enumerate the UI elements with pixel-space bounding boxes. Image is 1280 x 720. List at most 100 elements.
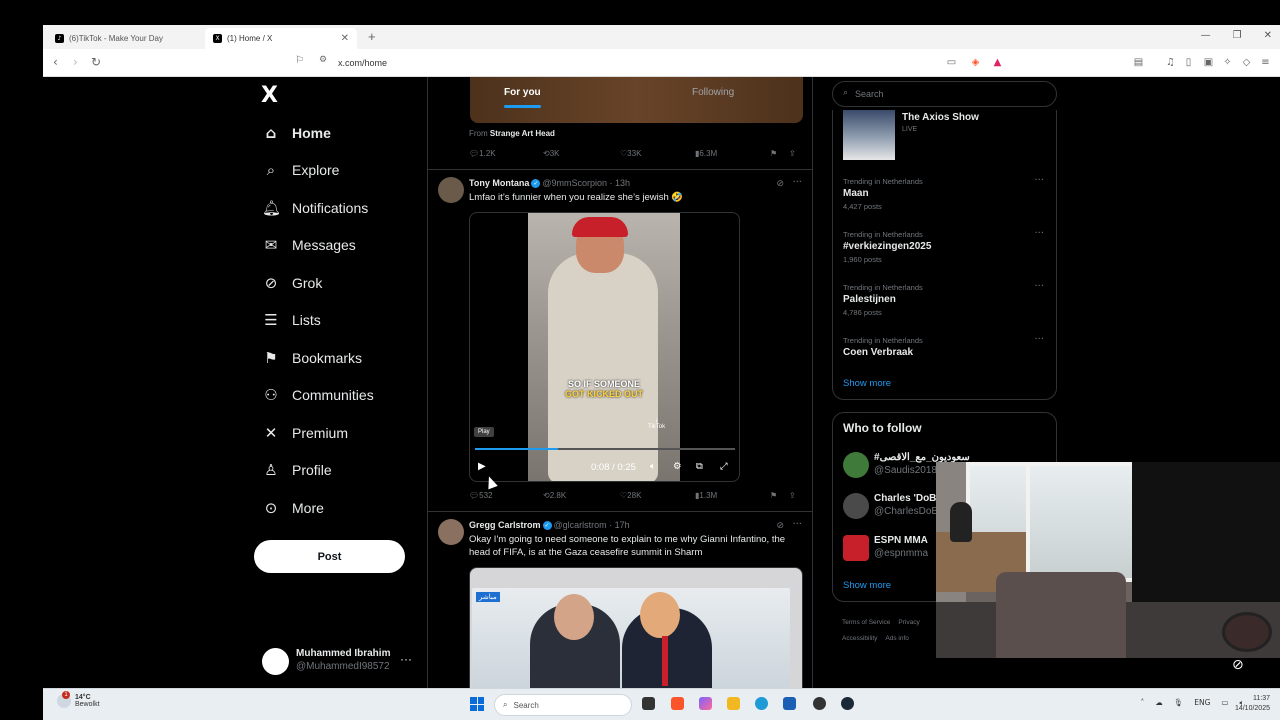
footer-link[interactable]: Privacy xyxy=(898,619,919,626)
brave-shield-icon[interactable]: ◈ xyxy=(970,57,981,68)
nav-lists[interactable]: ☰ Lists xyxy=(262,307,321,333)
nav-home[interactable]: ⌂ Home xyxy=(262,120,331,146)
brave-app-icon[interactable] xyxy=(671,697,684,710)
file-explorer-icon[interactable] xyxy=(727,697,740,710)
nav-more[interactable]: ⊙ More xyxy=(262,495,324,521)
more-options-icon[interactable]: ··· xyxy=(1034,334,1044,345)
bookmark-page-icon[interactable]: ⚐ xyxy=(295,55,304,66)
windows-start-icon[interactable] xyxy=(470,697,484,711)
repost-button[interactable]: ⟲ 3K xyxy=(543,149,560,158)
app-icon[interactable] xyxy=(813,697,826,710)
new-tab-button[interactable]: + xyxy=(368,29,376,44)
nav-messages[interactable]: ✉ Messages xyxy=(262,232,356,258)
close-tab-icon[interactable]: ✕ xyxy=(341,33,349,44)
cast-icon[interactable]: ▭ xyxy=(946,57,957,68)
tab-x-home[interactable]: X (1) Home / X ✕ xyxy=(205,28,357,49)
nav-notifications[interactable]: 🔔︎ Notifications xyxy=(262,195,368,221)
network-icon[interactable]: ▭ xyxy=(1221,698,1228,708)
tweet-image[interactable]: مباشر xyxy=(469,567,803,688)
share-icon[interactable]: ⇪ xyxy=(789,149,796,158)
grok-explain-icon[interactable]: ⊘ xyxy=(776,521,784,531)
post-button[interactable]: Post xyxy=(254,540,405,573)
nav-profile[interactable]: ♙ Profile xyxy=(262,457,331,483)
reply-button[interactable]: 💬︎ 1.2K xyxy=(469,149,496,158)
like-button[interactable]: ♡ 33K xyxy=(620,149,641,158)
volume-icon[interactable]: 🔈︎ xyxy=(650,461,656,472)
fullscreen-icon[interactable]: ⤢ xyxy=(720,461,728,472)
store-app-icon[interactable] xyxy=(783,697,796,710)
restore-icon[interactable]: ❐ xyxy=(1233,30,1242,41)
tweet-author[interactable]: Gregg Carlstrom ✓ @glcarlstrom · 17h xyxy=(469,520,630,531)
tab-following[interactable]: Following xyxy=(692,87,734,98)
nav-communities[interactable]: ⚇ Communities xyxy=(262,382,373,408)
live-thumbnail[interactable] xyxy=(843,110,895,160)
wallet-icon[interactable]: ▣ xyxy=(1203,57,1214,68)
tweet-author[interactable]: Tony Montana ✓ @9mmScorpion · 13h xyxy=(469,178,630,189)
bookmark-tweet-icon[interactable]: ⚑ xyxy=(770,149,777,158)
footer-link[interactable]: Ads info xyxy=(885,635,909,642)
taskbar-search[interactable]: ⌕ Search xyxy=(494,694,632,716)
grok-explain-icon[interactable]: ⊘ xyxy=(776,179,784,189)
reader-icon[interactable]: ▯ xyxy=(1183,57,1194,68)
url-field[interactable]: x.com/home xyxy=(338,58,387,68)
views-button[interactable]: ▮ 6.3M xyxy=(695,149,717,158)
nav-grok[interactable]: ⊘ Grok xyxy=(262,270,323,296)
account-switcher[interactable]: Muhammed Ibrahim @MuhammedI98572 ··· xyxy=(262,646,422,676)
bookmark-tweet-icon[interactable]: ⚑ xyxy=(770,491,777,500)
footer-link[interactable]: Terms of Service xyxy=(842,619,890,626)
nav-bookmarks[interactable]: ⚑ Bookmarks xyxy=(262,345,362,371)
reload-icon[interactable]: ↻ xyxy=(91,55,101,69)
forward-icon[interactable]: › xyxy=(73,55,78,69)
reply-button[interactable]: 💬︎ 532 xyxy=(469,491,493,500)
minimize-icon[interactable]: — xyxy=(1201,30,1211,41)
footer-link[interactable]: Accessibility xyxy=(842,635,877,642)
more-options-icon[interactable]: ··· xyxy=(792,177,802,188)
chevron-up-icon[interactable]: ˄ xyxy=(1140,698,1144,708)
weather-widget[interactable]: 14°C Bewolkt xyxy=(57,691,100,708)
trend-item[interactable]: Trending in Netherlands #verkiezingen202… xyxy=(843,228,1048,270)
more-options-icon[interactable]: ··· xyxy=(1034,281,1044,292)
video-player[interactable]: SO IF SOMEONE GOT KICKED OUT ♪ TikTok Pla… xyxy=(469,212,740,482)
trend-item[interactable]: Trending in Netherlands Palestijnen 4,78… xyxy=(843,281,1048,323)
views-button[interactable]: ▮ 1.3M xyxy=(695,491,717,500)
from-name[interactable]: Strange Art Head xyxy=(490,129,555,138)
vpn-icon[interactable]: ◇ xyxy=(1241,57,1252,68)
clock[interactable]: 11:37 14/10/2025 xyxy=(1235,694,1270,714)
show-more-link[interactable]: Show more xyxy=(843,580,891,591)
leo-ai-icon[interactable]: ✧ xyxy=(1222,57,1233,68)
cloud-icon[interactable]: ☁ xyxy=(1155,698,1163,708)
trend-item[interactable]: Trending in Netherlands Maan 4,427 posts… xyxy=(843,175,1048,217)
site-info-icon[interactable]: ⚙ xyxy=(319,55,327,65)
media-icon[interactable]: ♫ xyxy=(1165,57,1176,68)
avatar[interactable] xyxy=(438,177,464,203)
close-window-icon[interactable]: ✕ xyxy=(1264,30,1272,41)
settings-icon[interactable]: ⚙ xyxy=(673,461,682,472)
more-options-icon[interactable]: ··· xyxy=(1034,175,1044,186)
back-icon[interactable]: ‹ xyxy=(53,55,58,69)
rewards-icon[interactable]: ▲ xyxy=(992,57,1003,68)
trend-item[interactable]: Trending in Netherlands Coen Verbraak ··… xyxy=(843,334,1048,376)
copilot-app-icon[interactable] xyxy=(699,697,712,710)
video-progress-bar[interactable] xyxy=(475,448,735,450)
grok-floating-icon[interactable]: ⊘ xyxy=(1232,657,1244,673)
repost-button[interactable]: ⟲ 2.8K xyxy=(543,491,566,500)
microphone-icon[interactable]: 🎙︎ xyxy=(1174,698,1184,708)
tab-tiktok[interactable]: ♪ (6)TikTok - Make Your Day xyxy=(47,28,202,49)
edge-app-icon[interactable] xyxy=(755,697,768,710)
steam-app-icon[interactable] xyxy=(841,697,854,710)
x-logo-icon[interactable]: X xyxy=(261,83,278,108)
task-view-icon[interactable] xyxy=(642,697,655,710)
more-options-icon[interactable]: ··· xyxy=(1034,228,1044,239)
like-button[interactable]: ♡ 28K xyxy=(620,491,641,500)
nav-explore[interactable]: ⌕ Explore xyxy=(262,157,340,183)
menu-icon[interactable]: ≡ xyxy=(1260,57,1271,68)
show-more-link[interactable]: Show more xyxy=(843,378,891,389)
sidebar-icon[interactable]: ▤ xyxy=(1133,57,1144,68)
language-indicator[interactable]: ENG xyxy=(1194,698,1210,708)
tab-for-you[interactable]: For you xyxy=(504,87,541,108)
play-icon[interactable]: ▶ xyxy=(478,461,486,472)
share-icon[interactable]: ⇪ xyxy=(789,491,796,500)
nav-premium[interactable]: ✕ Premium xyxy=(262,420,348,446)
live-title[interactable]: The Axios Show xyxy=(902,112,979,123)
more-options-icon[interactable]: ··· xyxy=(792,519,802,530)
